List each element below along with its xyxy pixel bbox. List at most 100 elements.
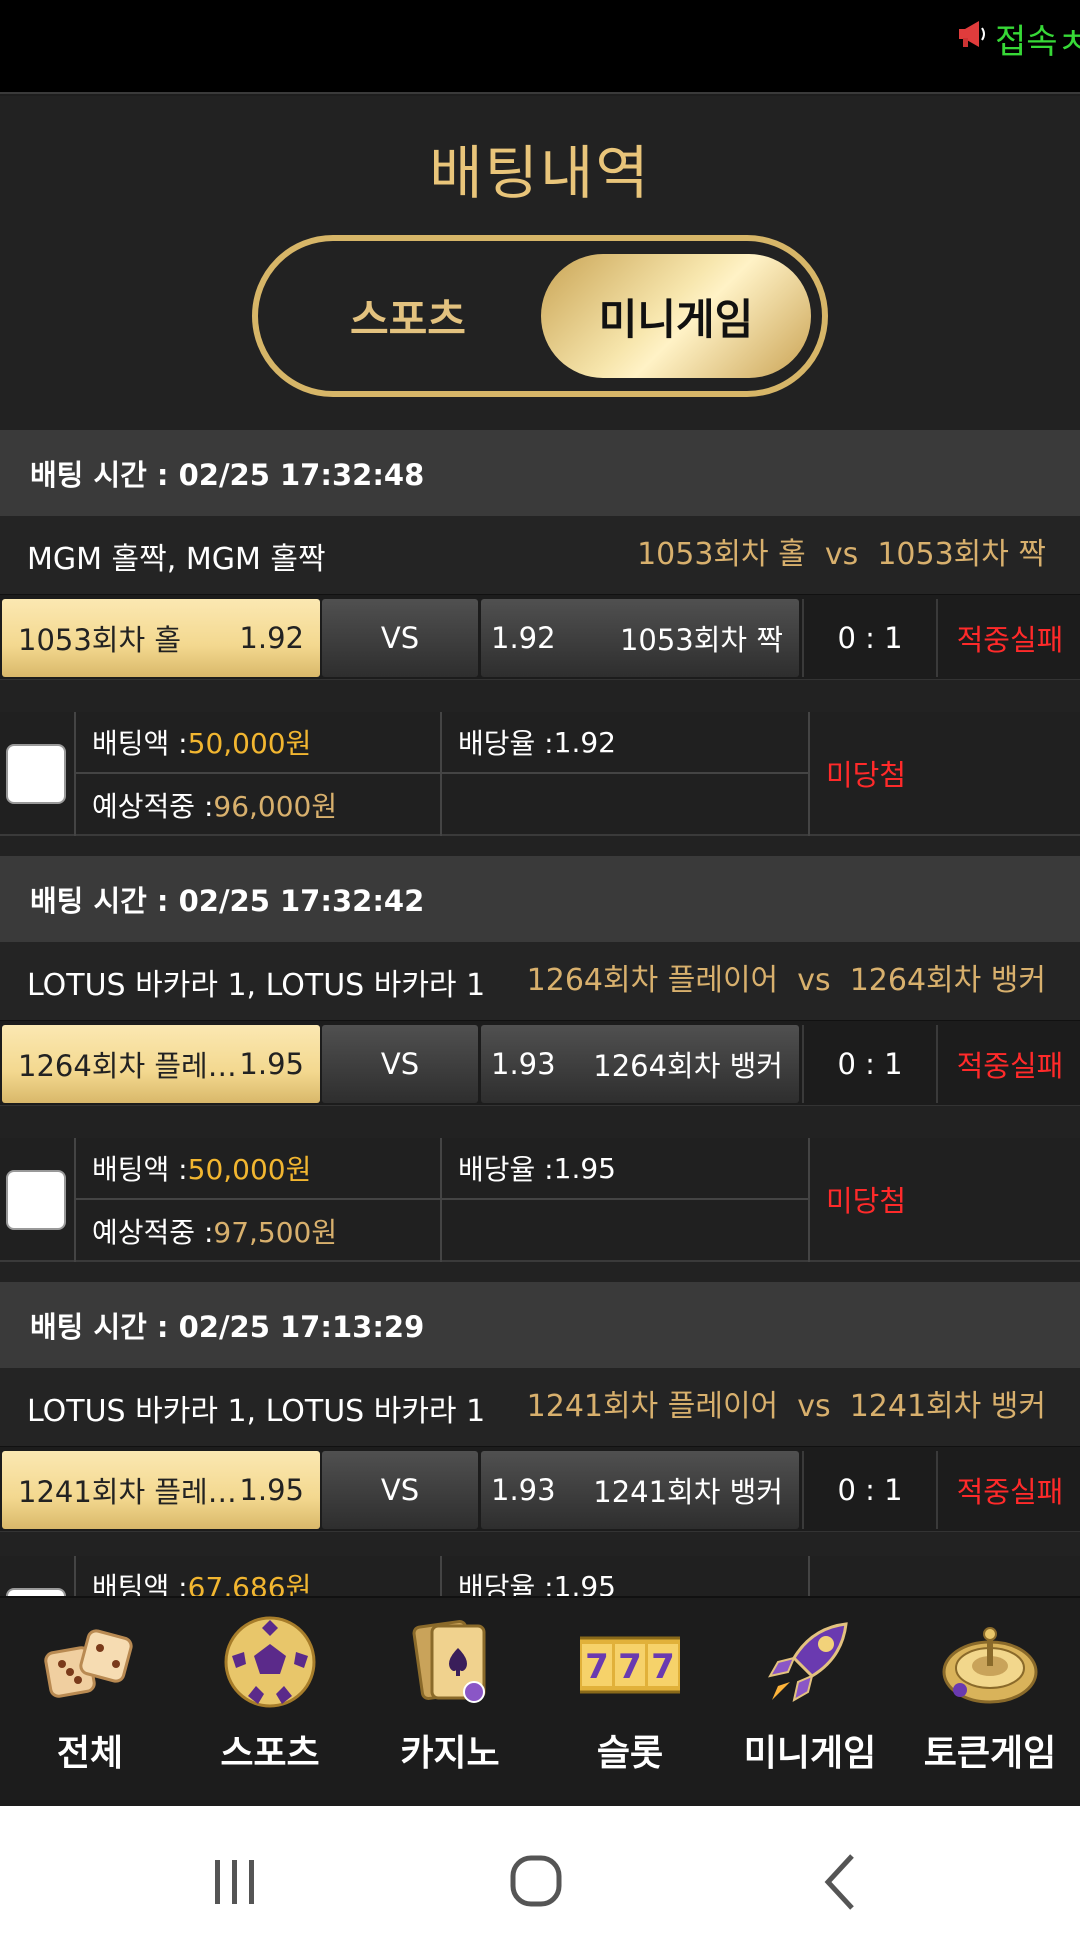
bet-rate: 배당율 : 1.95	[442, 1138, 810, 1200]
nav-item-casino[interactable]: 카지노	[360, 1598, 540, 1808]
game-name: LOTUS 바카라 1, LOTUS 바카라 1	[27, 1394, 486, 1429]
match-title: 1053회차 홀 vs 1053회차 짝	[637, 529, 1046, 573]
bet-rate: 배당율 : 1.95	[442, 1556, 810, 1597]
away-pick-label: 1053회차 짝	[619, 623, 783, 657]
score: 0 : 1	[802, 1025, 938, 1103]
bet-expected-label: 예상적중 :	[92, 1216, 214, 1249]
bet-card: 배팅 시간 : 02/25 17:32:48 MGM 홀짝, MGM 홀짝 10…	[0, 430, 1080, 836]
match-title: 1264회차 플레이어 vs 1264회차 뱅커	[527, 955, 1046, 999]
back-icon[interactable]	[800, 1842, 880, 1922]
home-pick-label: 1241회차 플레…	[18, 1475, 237, 1509]
match-away: 1053회차 짝	[877, 537, 1046, 572]
match-title: 1241회차 플레이어 vs 1241회차 뱅커	[527, 1381, 1046, 1425]
bet-amount: 배팅액 : 50,000원	[76, 712, 442, 774]
bet-card: 배팅 시간 : 02/25 17:32:42 LOTUS 바카라 1, LOTU…	[0, 856, 1080, 1262]
bet-select-checkbox[interactable]	[6, 1588, 66, 1596]
playing-cards-icon	[400, 1612, 500, 1712]
bet-rate-value: 1.92	[553, 725, 616, 759]
bet-empty-cell	[442, 774, 810, 836]
home-odds: 1.95	[239, 1473, 304, 1507]
match-vs: vs	[797, 963, 831, 998]
away-pick-button[interactable]: 1.93 1241회차 뱅커	[481, 1451, 799, 1529]
match-home: 1241회차 플레이어	[526, 1389, 779, 1424]
home-odds: 1.92	[239, 621, 304, 655]
nav-item-all[interactable]: 전체	[0, 1598, 180, 1808]
page-title: 배팅내역	[429, 139, 651, 207]
dice-icon	[40, 1612, 140, 1712]
nav-label: 전체	[56, 1733, 124, 1774]
nav-label: 슬롯	[596, 1733, 664, 1774]
game-row: LOTUS 바카라 1, LOTUS 바카라 1 1241회차 플레이어 vs …	[0, 1368, 1080, 1446]
bet-amount-value: 50,000원	[187, 1153, 312, 1186]
megaphone-icon	[955, 16, 991, 61]
svg-text:7: 7	[651, 1647, 675, 1687]
vs-label: VS	[322, 599, 478, 677]
bet-select-checkbox[interactable]	[6, 744, 66, 804]
bet-amount-label: 배팅액 :	[92, 1571, 188, 1596]
tab-minigame[interactable]: 미니게임	[541, 254, 811, 378]
away-pick-label: 1241회차 뱅커	[593, 1475, 783, 1509]
slot-777-icon: 7 7 7	[572, 1612, 688, 1712]
game-name: MGM 홀짝, MGM 홀짝	[27, 542, 326, 577]
home-icon[interactable]	[497, 1842, 577, 1922]
away-odds: 1.92	[491, 621, 556, 655]
bet-expected-label: 예상적중 :	[92, 790, 214, 823]
bet-info-grid: 배팅액 : 50,000원 배당율 : 1.95 예상적중 : 97,500원	[74, 1138, 810, 1262]
game-row: MGM 홀짝, MGM 홀짝 1053회차 홀 vs 1053회차 짝	[0, 516, 1080, 594]
away-pick-button[interactable]: 1.93 1264회차 뱅커	[481, 1025, 799, 1103]
score: 0 : 1	[802, 599, 938, 677]
match-away: 1264회차 뱅커	[849, 963, 1046, 998]
rocket-icon	[760, 1612, 860, 1712]
nav-label: 토큰게임	[923, 1733, 1057, 1774]
home-pick-button[interactable]: 1264회차 플레… 1.95	[2, 1025, 320, 1103]
match-vs: vs	[797, 1389, 831, 1424]
bet-amount: 배팅액 : 50,000원	[76, 1138, 442, 1200]
notice-marquee: 접속ㅊ	[955, 14, 1080, 63]
home-pick-label: 1264회차 플레…	[18, 1049, 237, 1083]
notice-text: 접속ㅊ	[995, 22, 1080, 62]
bet-rate-value: 1.95	[553, 1151, 616, 1185]
match-home: 1053회차 홀	[637, 537, 806, 572]
category-toggle: 스포츠 미니게임	[252, 235, 828, 397]
recent-apps-icon[interactable]	[195, 1842, 275, 1922]
bet-rate-label: 배당율 :	[458, 727, 554, 760]
bet-status: 미당첨	[826, 1184, 907, 1218]
tab-sports[interactable]: 스포츠	[288, 254, 528, 378]
match-away: 1241회차 뱅커	[849, 1389, 1046, 1424]
home-pick-button[interactable]: 1241회차 플레… 1.95	[2, 1451, 320, 1529]
system-nav-bar	[0, 1806, 1080, 1951]
bet-amount-label: 배팅액 :	[92, 1153, 188, 1186]
home-pick-label: 1053회차 홀	[18, 623, 182, 657]
bet-time: 배팅 시간 : 02/25 17:32:48	[0, 430, 1080, 516]
bet-info: 배팅액 : 67,686원 배당율 : 1.95	[0, 1556, 1080, 1596]
soccer-ball-icon	[220, 1612, 320, 1712]
away-pick-label: 1264회차 뱅커	[593, 1049, 783, 1083]
nav-item-sports[interactable]: 스포츠	[180, 1598, 360, 1808]
bet-info: 배팅액 : 50,000원 배당율 : 1.92 예상적중 : 96,000원 …	[0, 712, 1080, 836]
home-odds: 1.95	[239, 1047, 304, 1081]
result-badge: 적중실패	[956, 1475, 1064, 1509]
away-pick-button[interactable]: 1.92 1053회차 짝	[481, 599, 799, 677]
bet-time: 배팅 시간 : 02/25 17:13:29	[0, 1282, 1080, 1368]
svg-text:7: 7	[585, 1647, 609, 1687]
nav-item-token-game[interactable]: 토큰게임	[900, 1598, 1080, 1808]
roulette-icon	[940, 1612, 1040, 1712]
home-pick-button[interactable]: 1053회차 홀 1.92	[2, 599, 320, 677]
bet-amount-value: 50,000원	[187, 727, 312, 760]
game-name: LOTUS 바카라 1, LOTUS 바카라 1	[27, 968, 486, 1003]
bet-expected-value: 96,000원	[213, 790, 338, 823]
bet-select-checkbox[interactable]	[6, 1170, 66, 1230]
result-badge: 적중실패	[956, 1049, 1064, 1083]
away-odds: 1.93	[491, 1473, 556, 1507]
svg-text:7: 7	[618, 1647, 642, 1687]
bet-info-grid: 배팅액 : 67,686원 배당율 : 1.95	[74, 1556, 810, 1596]
nav-item-minigame[interactable]: 미니게임	[720, 1598, 900, 1808]
nav-item-slot[interactable]: 7 7 7 슬롯	[540, 1598, 720, 1808]
bet-card: 배팅 시간 : 02/25 17:13:29 LOTUS 바카라 1, LOTU…	[0, 1282, 1080, 1596]
bet-info-grid: 배팅액 : 50,000원 배당율 : 1.92 예상적중 : 96,000원	[74, 712, 810, 836]
bet-expected: 예상적중 : 97,500원	[76, 1200, 442, 1262]
score: 0 : 1	[802, 1451, 938, 1529]
bet-rate: 배당율 : 1.92	[442, 712, 810, 774]
bet-expected-value: 97,500원	[213, 1216, 338, 1249]
bet-amount: 배팅액 : 67,686원	[76, 1556, 442, 1596]
